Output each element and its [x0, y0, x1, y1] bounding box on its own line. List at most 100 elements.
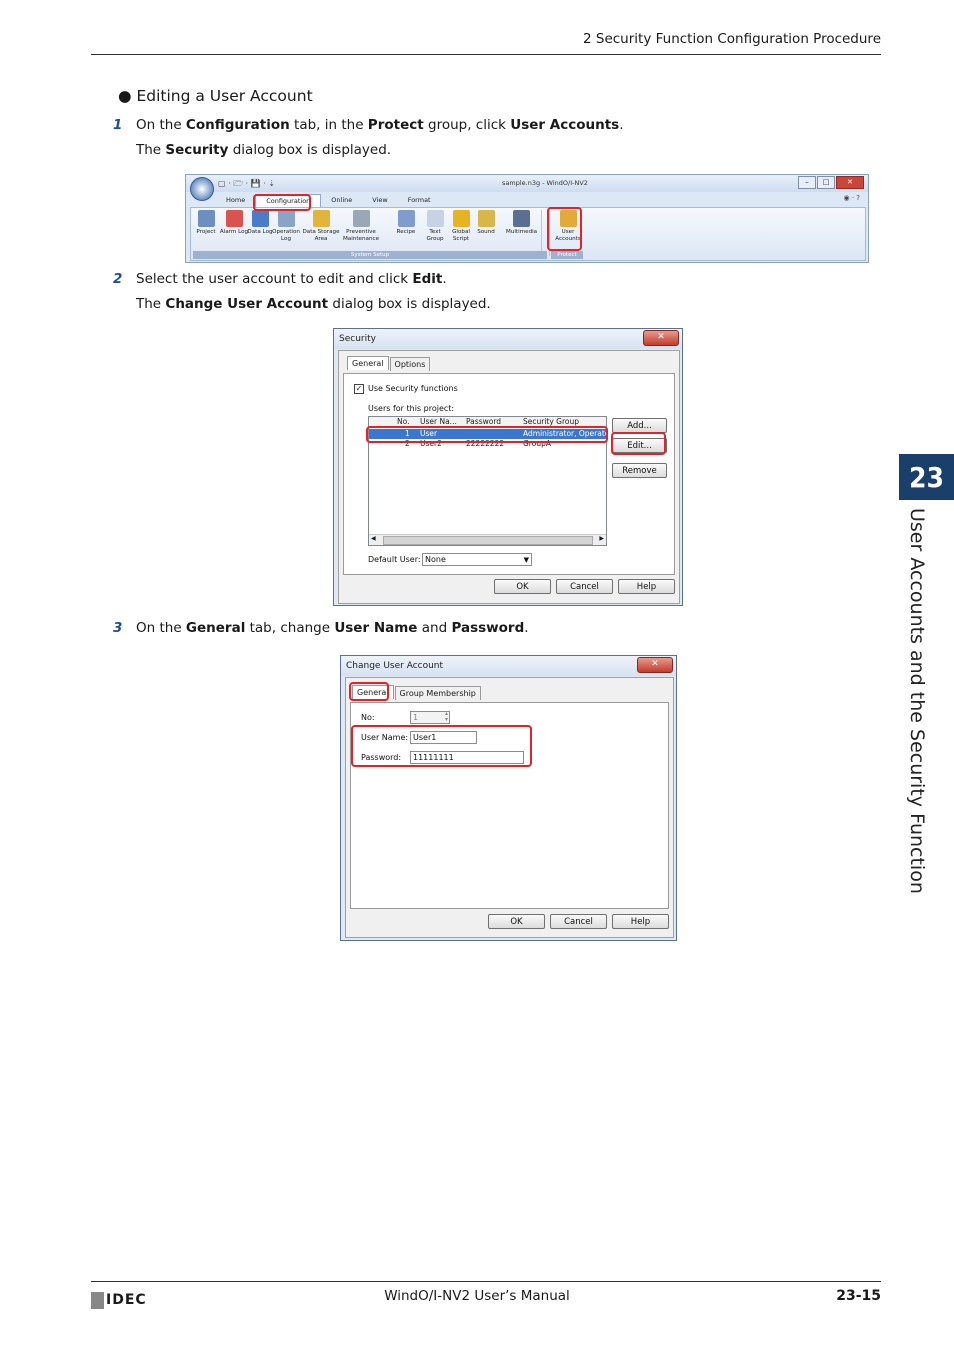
- window-title: sample.n3g - WindO/I-NV2: [502, 179, 588, 187]
- users-list-label: Users for this project:: [368, 404, 455, 413]
- step-2-result: The Change User Account dialog box is di…: [136, 296, 491, 312]
- maintenance-icon: [352, 210, 370, 227]
- header-rule: [91, 54, 881, 55]
- default-user-select[interactable]: None ▼: [422, 553, 532, 566]
- ribbon-button-label: Recipe: [396, 229, 416, 235]
- ok-button[interactable]: OK: [488, 914, 545, 929]
- page-number: 23-15: [836, 1288, 881, 1304]
- step-3: 3 On the General tab, change User Name a…: [113, 620, 529, 636]
- data-storage-icon: [312, 210, 330, 227]
- horizontal-scrollbar[interactable]: ◀ ▶: [369, 534, 606, 545]
- tab-group-membership[interactable]: Group Membership: [394, 686, 481, 700]
- data-log-icon: [251, 210, 269, 227]
- ribbon-body: System Setup Protect Project Alarm Log Dat…: [190, 207, 866, 261]
- scroll-left-icon[interactable]: ◀: [371, 535, 376, 542]
- bullet-icon: ●: [118, 87, 132, 105]
- add-button[interactable]: Add...: [612, 418, 667, 433]
- dialog-title: Security: [339, 334, 376, 344]
- tab-online[interactable]: Online: [321, 194, 362, 207]
- app-menu-button[interactable]: [190, 177, 214, 201]
- general-tab-page: ✓ Use Security functions Users for this …: [343, 373, 675, 575]
- scroll-right-icon[interactable]: ▶: [599, 535, 604, 542]
- no-label: No:: [361, 713, 375, 722]
- step-2: 2 Select the user account to edit and cl…: [113, 271, 447, 287]
- ribbon-button-multimedia[interactable]: Multimedia: [506, 210, 538, 236]
- footer-rule: [91, 1281, 881, 1282]
- global-script-icon: [452, 210, 470, 227]
- ribbon-button-label: Project: [196, 229, 216, 235]
- cancel-button[interactable]: Cancel: [556, 579, 613, 594]
- tab-home[interactable]: Home: [216, 194, 255, 207]
- step-text: Select the user account to edit and clic…: [136, 271, 447, 287]
- group-system-setup: System Setup: [193, 251, 547, 259]
- minimize-icon[interactable]: –: [798, 176, 816, 189]
- tab-format[interactable]: Format: [398, 194, 441, 207]
- ribbon-button-label: Sound: [477, 229, 495, 235]
- scrollbar-thumb[interactable]: [383, 536, 593, 545]
- help-icon[interactable]: ◉ · ?: [844, 194, 861, 202]
- cancel-button[interactable]: Cancel: [550, 914, 607, 929]
- remove-button[interactable]: Remove: [612, 463, 667, 478]
- ribbon-screenshot: ▢ · 🗁 · 💾 · ⇣ sample.n3g - WindO/I-NV2 –…: [185, 174, 869, 263]
- ribbon-button-label: Data Storage Area: [302, 229, 340, 242]
- help-button[interactable]: Help: [612, 914, 669, 929]
- dialog-tabs: General Options: [347, 356, 431, 371]
- dialog-client: General Options ✓ Use Security functions…: [338, 350, 680, 604]
- group-protect: Protect: [551, 251, 583, 259]
- chapter-title-vertical: User Accounts and the Security Function: [906, 508, 928, 894]
- ribbon-button-project[interactable]: Project: [191, 210, 221, 236]
- operation-log-icon: [277, 210, 295, 227]
- ribbon-button-data-storage[interactable]: Data Storage Area: [301, 210, 341, 242]
- checkbox-label: Use Security functions: [368, 384, 458, 393]
- dialog-title: Change User Account: [346, 661, 444, 671]
- highlight-user-accounts: [547, 207, 582, 251]
- window-controls: – □ ✕: [797, 176, 864, 189]
- multimedia-icon: [512, 210, 530, 227]
- sound-icon: [477, 210, 495, 227]
- ribbon-button-maintenance[interactable]: Preventive Maintenance: [341, 210, 381, 242]
- step-1: 1 On the Configuration tab, in the Prote…: [113, 117, 624, 133]
- ribbon-button-label: Operation Log: [272, 229, 300, 242]
- no-field: 1 ▴ ▾: [410, 711, 450, 724]
- ribbon-button-label: Preventive Maintenance: [342, 229, 380, 242]
- chevron-down-icon[interactable]: ▼: [524, 554, 529, 566]
- chapter-tab: 23: [899, 454, 954, 500]
- step-1-result: The Security dialog box is displayed.: [136, 142, 392, 158]
- step-number: 3: [113, 620, 123, 636]
- close-icon[interactable]: ✕: [643, 330, 679, 346]
- quick-access-toolbar[interactable]: ▢ · 🗁 · 💾 · ⇣: [218, 178, 275, 192]
- running-header: 2 Security Function Configuration Proced…: [583, 31, 881, 47]
- tab-options[interactable]: Options: [389, 357, 431, 371]
- highlight-name-password: [351, 725, 532, 767]
- ribbon-separator: [541, 210, 542, 256]
- step-number: 2: [113, 271, 123, 287]
- highlight-selected-row: [366, 426, 608, 443]
- dialog-titlebar: Change User Account ✕: [341, 656, 676, 676]
- text-group-icon: [426, 210, 444, 227]
- close-icon[interactable]: ✕: [836, 176, 864, 189]
- step-number: 1: [113, 117, 123, 133]
- ok-button[interactable]: OK: [494, 579, 551, 594]
- project-icon: [197, 210, 215, 227]
- manual-title: WindO/I-NV2 User’s Manual: [384, 1288, 570, 1304]
- security-checkbox[interactable]: ✓: [354, 384, 364, 394]
- ribbon-tabs: Home Configuration Online View Format: [216, 194, 441, 207]
- maximize-icon[interactable]: □: [817, 176, 835, 189]
- dialog-client: General Group Membership No: 1 ▴ ▾ User N…: [345, 677, 674, 938]
- ribbon-titlebar: ▢ · 🗁 · 💾 · ⇣ sample.n3g - WindO/I-NV2 –…: [186, 175, 868, 192]
- ribbon-button-label: Multimedia: [506, 229, 538, 235]
- dialog-titlebar: Security ✕: [334, 329, 682, 349]
- stepper-icon: ▴ ▾: [444, 710, 448, 723]
- tab-view[interactable]: View: [362, 194, 397, 207]
- ribbon-button-sound[interactable]: Sound: [471, 210, 501, 236]
- ribbon-button-operation-log[interactable]: Operation Log: [271, 210, 301, 242]
- tab-general[interactable]: General: [347, 356, 389, 370]
- ribbon-button-recipe[interactable]: Recipe: [391, 210, 421, 236]
- close-icon[interactable]: ✕: [637, 657, 673, 673]
- highlight-general-tab: [349, 682, 389, 701]
- security-dialog: Security ✕ General Options ✓ Use Securit…: [333, 328, 683, 606]
- change-user-account-dialog: Change User Account ✕ General Group Memb…: [340, 655, 677, 941]
- alarm-log-icon: [225, 210, 243, 227]
- help-button[interactable]: Help: [618, 579, 675, 594]
- step-text: On the General tab, change User Name and…: [136, 620, 529, 636]
